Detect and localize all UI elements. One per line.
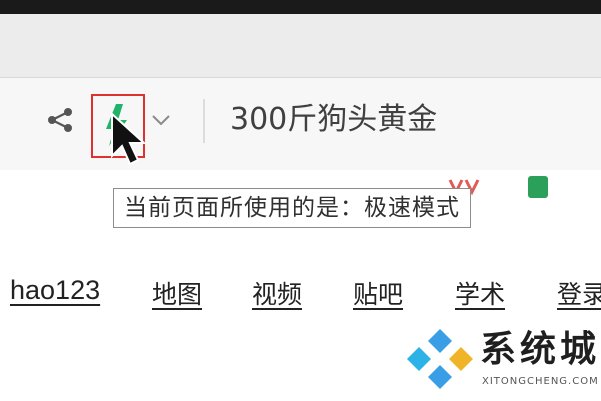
watermark-url: XITONGCHENG.COM	[482, 376, 599, 387]
watermark-brand-name: 系统城	[480, 329, 601, 370]
toolbar-separator	[203, 99, 205, 143]
nav-link-video[interactable]: 视频	[252, 275, 302, 311]
nav-link-academic[interactable]: 学术	[455, 275, 505, 311]
search-box-text[interactable]: 300斤狗头黄金	[230, 100, 437, 140]
homepage-nav-links: hao123 地图 视频 贴吧 学术 登录	[0, 275, 601, 315]
nav-link-hao123[interactable]: hao123	[10, 275, 100, 306]
nav-link-tieba[interactable]: 贴吧	[353, 275, 403, 311]
nav-link-map[interactable]: 地图	[152, 275, 202, 311]
window-top-edge	[0, 0, 601, 14]
nav-link-login[interactable]: 登录	[557, 275, 601, 311]
watermark-logo-icon	[405, 325, 475, 391]
share-icon[interactable]	[44, 104, 76, 136]
browser-mode-tooltip: 当前页面所使用的是：极速模式	[113, 188, 471, 228]
mouse-cursor-icon	[110, 111, 154, 168]
browser-tab-bar	[0, 14, 601, 78]
